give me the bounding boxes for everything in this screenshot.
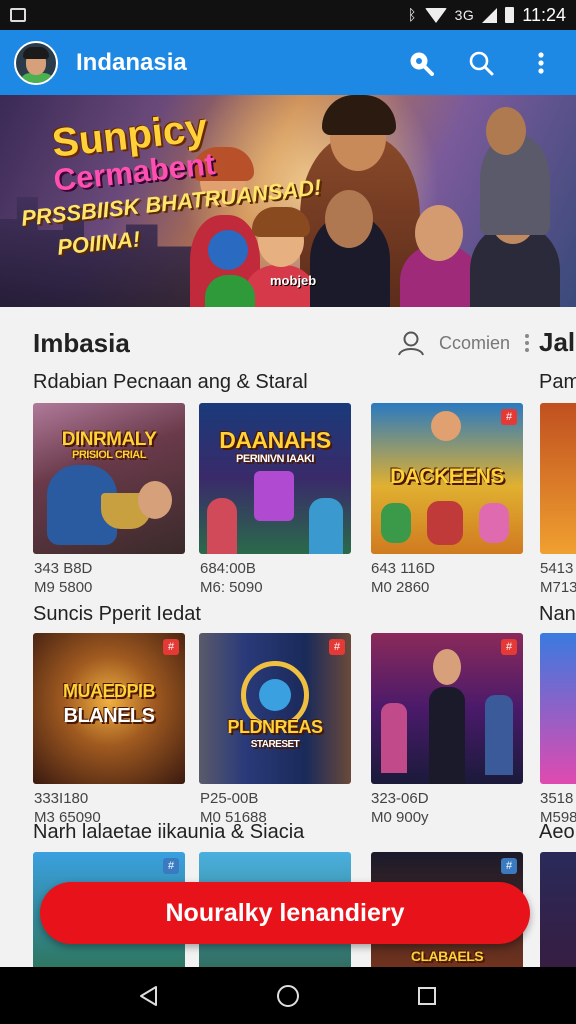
bluetooth-icon: ᛒ (407, 6, 417, 24)
signal-icon (482, 7, 498, 23)
game-tile-title: MUAEDPIB (62, 681, 156, 701)
app-bar: Indanasia (0, 30, 576, 95)
tile-meta-line: 333I180 (34, 790, 89, 807)
avatar[interactable] (14, 40, 58, 85)
status-bar: ᛒ 3G 11:24 (0, 0, 576, 30)
tile-meta-line: M0 900y (371, 809, 429, 826)
tile-meta-line: 684:00B (200, 560, 256, 577)
more-vert-icon (538, 51, 544, 74)
banner-logo: mobjeb (270, 273, 317, 288)
tile-meta-line: 643 116D (371, 560, 435, 577)
wifi-icon (424, 7, 447, 23)
nav-back-button[interactable] (129, 976, 169, 1016)
system-nav-bar (0, 967, 576, 1024)
row-label: Suncis Pperit Iedat (33, 603, 201, 625)
next-row-label: Pam (539, 371, 576, 393)
search-button[interactable] (468, 50, 494, 76)
tile-meta: 323-06D M0 900y (371, 789, 429, 827)
tile-meta-line: 323-06D (371, 790, 429, 807)
game-tile[interactable]: DINRMALY PRISIOL CRIAL (33, 403, 185, 554)
game-tile-title: PLDNREAS (227, 717, 323, 737)
clock: 11:24 (522, 4, 566, 25)
game-tile-subtitle: BLANELS (63, 705, 155, 727)
explore-search-button[interactable] (408, 50, 434, 76)
game-tile-subtitle: PERINIVN IAAKI (236, 453, 314, 465)
tile-meta: 684:00B M6: 5090 (200, 559, 263, 597)
home-icon (276, 984, 299, 1007)
next-row-label: Aeo (539, 821, 575, 843)
section-header: Imbasia Ccomien (33, 325, 576, 361)
content-area: Imbasia Ccomien Jal Rdabian Pecnaan ang … (0, 307, 576, 967)
explore-search-icon (410, 52, 434, 76)
game-tile-partial[interactable] (540, 403, 576, 554)
section-more-icon[interactable] (524, 334, 530, 352)
person-icon[interactable] (397, 330, 425, 356)
back-icon (140, 985, 158, 1006)
primary-cta-button[interactable]: Nouralky lenandiery (40, 882, 530, 944)
game-tile-title: DAANAHS (219, 427, 331, 453)
nav-recents-button[interactable] (407, 976, 447, 1016)
recents-icon (417, 986, 436, 1005)
tile-meta-partial: 5413 M713 (540, 559, 576, 597)
game-tile[interactable]: # MUAEDPIB BLANELS (33, 633, 185, 784)
tile-meta-line: 5413 (540, 560, 574, 577)
tile-badge: # (501, 639, 517, 655)
game-tile[interactable]: # DACKEENS (371, 403, 523, 554)
search-icon (469, 51, 494, 75)
tile-meta: 343 B8D M9 5800 (34, 559, 92, 597)
battery-icon (505, 7, 515, 23)
game-tile-partial[interactable] (540, 633, 576, 784)
tile-meta-line: M713 (540, 579, 576, 596)
game-tile-subtitle: STARESET (250, 739, 300, 750)
row-label: Rdabian Pecnaan ang & Staral (33, 371, 308, 393)
game-tile[interactable]: # PLDNREAS STARESET (199, 633, 351, 784)
tile-meta-line: M0 2860 (371, 579, 430, 596)
nav-home-button[interactable] (268, 976, 308, 1016)
network-type: 3G (454, 7, 475, 23)
tile-meta-line: P25-00B (200, 790, 259, 807)
tile-meta-line: M6: 5090 (200, 579, 263, 596)
tile-meta-line: 3518 (540, 790, 574, 807)
game-tile-title: DINRMALY (61, 429, 157, 450)
overflow-menu-button[interactable] (528, 50, 554, 76)
tile-meta-line: 343 B8D (34, 560, 93, 577)
game-tile-partial[interactable] (540, 852, 576, 967)
tile-badge: # (163, 858, 179, 874)
section-link[interactable]: Ccomien (439, 333, 510, 354)
tile-meta: 643 116D M0 2860 (371, 559, 435, 597)
next-section-title: Jal (539, 327, 576, 357)
game-tile-subtitle: PRISIOL CRIAL (72, 449, 146, 461)
promo-banner[interactable]: Sunpicy Cermabent PRSSBIISK BHATRUANSAD!… (0, 95, 576, 307)
game-tile[interactable]: # (371, 633, 523, 784)
app-title: Indanasia (76, 48, 187, 76)
game-tile-title: DACKEENS (390, 465, 504, 488)
tile-badge: # (163, 639, 179, 655)
game-tile-title: CLABAELS (410, 948, 484, 964)
row-label: Narh lalaetae iikaunia & Siacia (33, 821, 305, 843)
tile-badge: # (501, 409, 517, 425)
tile-badge: # (501, 858, 517, 874)
section-title: Imbasia (33, 327, 130, 358)
next-row-label: Nan (539, 603, 576, 625)
screenshot-notification-icon (10, 8, 26, 22)
tile-badge: # (329, 639, 345, 655)
game-tile[interactable]: DAANAHS PERINIVN IAAKI (199, 403, 351, 554)
tile-meta-line: M9 5800 (34, 579, 93, 596)
